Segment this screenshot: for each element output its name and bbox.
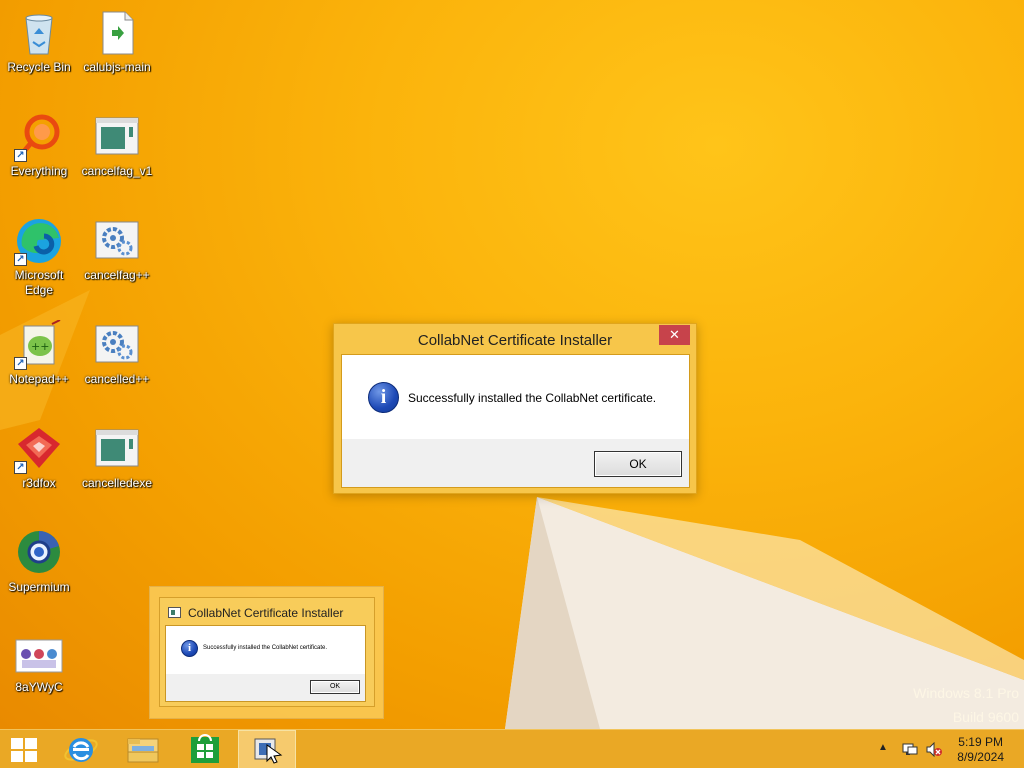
thumbnail-message: Successfully installed the CollabNet cer… [203,645,328,651]
info-icon: i [368,382,399,413]
os-watermark-edition: Windows 8.1 Pro [913,685,1019,701]
desktop-icon-label: Microsoft Edge [14,268,64,297]
network-icon[interactable] [902,742,918,757]
thumbnail-window: CollabNet Certificate Installer i Succes… [159,597,375,707]
thumbnail-message-area: i Successfully installed the CollabNet c… [166,626,365,674]
desktop-icon-supermium[interactable]: Supermium [1,528,77,595]
store-icon [191,734,219,763]
taskbar: ▲ 5:19 PM 8/9/2024 [0,729,1024,768]
edge-icon: ↗ [14,216,64,266]
clock[interactable]: 5:19 PM 8/9/2024 [957,735,1004,765]
image-icon [14,636,64,678]
r3dfox-icon: ↗ [14,424,64,474]
os-watermark-build: Build 9600 [952,709,1019,725]
info-icon: i [181,640,198,657]
desktop-icon-8aywyc[interactable]: 8aYWyC [1,636,77,695]
desktop-icon-notepad-plus-plus[interactable]: ++ ↗ Notepad++ [1,319,77,387]
desktop: Recycle Bin ↗ Everything ↗ Microsoft Edg… [0,0,1024,729]
notepad-plus-plus-icon: ++ ↗ [14,319,64,370]
close-button[interactable]: ✕ [659,325,690,345]
gear-icon [92,320,142,370]
gear-icon [92,216,142,266]
windows-logo-icon [11,738,37,762]
shortcut-arrow-icon: ↗ [14,149,27,162]
app-window-icon [92,112,142,162]
taskbar-store[interactable] [176,730,234,768]
app-window-icon [168,607,181,618]
dialog-message-area: i Successfully installed the CollabNet c… [342,355,689,439]
recycle-bin-icon [14,8,64,58]
dialog-title: CollabNet Certificate Installer [417,332,613,349]
desktop-icon-cancelled-plus-plus[interactable]: cancelled++ [79,320,155,387]
dialog-titlebar[interactable]: CollabNet Certificate Installer ✕ [334,324,696,354]
desktop-icon-calubjs-main[interactable]: calubjs-main [79,8,155,75]
desktop-icon-label: cancelled++ [84,372,150,386]
svg-text:++: ++ [31,340,49,353]
dialog-message: Successfully installed the CollabNet cer… [408,391,657,405]
desktop-icon-label: Supermium [8,580,70,594]
everything-search-icon: ↗ [14,112,64,162]
desktop-icon-label: cancelfag_v1 [81,164,153,178]
desktop-icon-everything[interactable]: ↗ Everything [1,112,77,179]
file-icon [92,8,142,58]
volume-muted-icon[interactable] [926,742,942,757]
desktop-icon-recycle-bin[interactable]: Recycle Bin [1,8,77,75]
desktop-icon-label: 8aYWyC [15,680,63,694]
taskbar-collabnet-installer[interactable] [238,730,296,768]
system-tray: ▲ 5:19 PM 8/9/2024 [864,730,1024,768]
shortcut-arrow-icon: ↗ [14,461,27,474]
clock-date: 8/9/2024 [957,750,1004,764]
desktop-icon-cancelfag-plus-plus[interactable]: cancelfag++ [79,216,155,283]
start-button[interactable] [0,730,48,768]
folder-icon [127,738,159,763]
message-dialog: CollabNet Certificate Installer ✕ i Succ… [333,323,697,494]
thumbnail-client-area: i Successfully installed the CollabNet c… [165,625,366,702]
desktop-icon-label: Notepad++ [9,372,69,386]
desktop-icon-cancelfag-v1[interactable]: cancelfag_v1 [79,112,155,179]
desktop-icon-cancelledexe[interactable]: cancelledexe [79,424,155,491]
shortcut-arrow-icon: ↗ [14,253,27,266]
clock-time: 5:19 PM [958,735,1003,749]
dialog-client-area: i Successfully installed the CollabNet c… [341,354,690,488]
app-window-icon [92,424,142,474]
installer-icon [254,738,283,764]
desktop-icon-label: Everything [10,164,68,178]
internet-explorer-icon [64,738,98,762]
desktop-icon-r3dfox[interactable]: ↗ r3dfox [1,424,77,491]
desktop-icon-label: cancelledexe [81,476,153,490]
desktop-icon-label: cancelfag++ [84,268,150,282]
taskbar-internet-explorer[interactable] [52,730,110,768]
desktop-icon-microsoft-edge[interactable]: ↗ Microsoft Edge [1,216,77,298]
taskbar-file-explorer[interactable] [114,730,172,768]
thumbnail-ok-button: OK [310,680,360,694]
show-hidden-icons-chevron-icon[interactable]: ▲ [878,742,888,753]
desktop-icon-label: r3dfox [22,476,56,490]
supermium-icon [14,528,64,578]
shortcut-arrow-icon: ↗ [14,357,27,370]
desktop-icon-label: calubjs-main [83,60,151,74]
thumbnail-title: CollabNet Certificate Installer [188,606,344,620]
ok-button[interactable]: OK [594,451,682,477]
taskbar-thumbnail-preview[interactable]: CollabNet Certificate Installer i Succes… [149,586,384,719]
desktop-icon-label: Recycle Bin [7,60,71,74]
